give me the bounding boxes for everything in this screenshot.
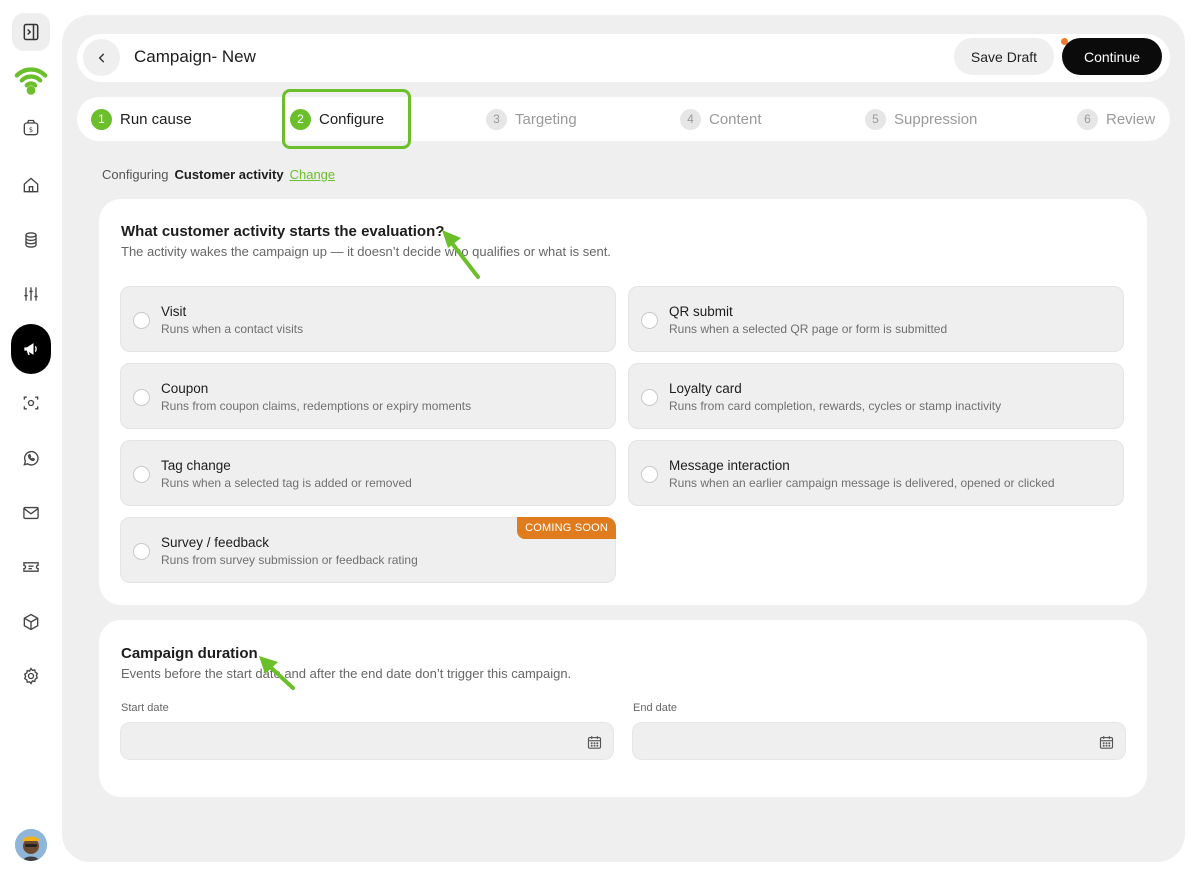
- sidebar-item-tickets[interactable]: [12, 548, 50, 586]
- main-panel: Campaign- New Save Draft Continue 1 Run …: [62, 15, 1185, 862]
- step-suppression[interactable]: 5 Suppression: [865, 97, 977, 141]
- activity-option-survey-feedback[interactable]: Survey / feedback Runs from survey submi…: [120, 517, 616, 583]
- activity-option-tag-change[interactable]: Tag change Runs when a selected tag is a…: [120, 440, 616, 506]
- step-number: 5: [865, 108, 886, 130]
- option-title: Tag change: [161, 458, 231, 473]
- duration-card: Campaign duration Events before the star…: [99, 620, 1147, 797]
- activity-card: What customer activity starts the evalua…: [99, 199, 1147, 605]
- step-number: 1: [91, 108, 112, 130]
- start-date-input[interactable]: [120, 722, 614, 760]
- step-label: Suppression: [894, 110, 978, 128]
- radio-button[interactable]: [133, 543, 150, 560]
- sliders-icon: [24, 287, 38, 301]
- activity-option-coupon[interactable]: Coupon Runs from coupon claims, redempti…: [120, 363, 616, 429]
- sidebar-item-mail[interactable]: [12, 494, 50, 532]
- whatsapp-icon: [23, 450, 39, 466]
- step-run-cause[interactable]: 1 Run cause: [91, 97, 192, 141]
- top-bar: Campaign- New Save Draft Continue: [77, 34, 1170, 82]
- option-title: QR submit: [669, 304, 733, 319]
- megaphone-icon: [24, 343, 37, 355]
- sidebar-item-wallet[interactable]: $: [12, 109, 50, 147]
- step-number: 4: [680, 108, 701, 130]
- database-icon: [25, 232, 37, 248]
- duration-title: Campaign duration: [121, 645, 258, 662]
- user-avatar[interactable]: [15, 829, 47, 861]
- box-icon: [23, 613, 39, 631]
- svg-text:$: $: [29, 126, 33, 134]
- wallet-icon: $: [23, 119, 39, 136]
- scan-icon: [23, 396, 39, 410]
- option-description: Runs from survey submission or feedback …: [161, 553, 418, 567]
- radio-button[interactable]: [641, 389, 658, 406]
- option-description: Runs from card completion, rewards, cycl…: [669, 399, 1002, 413]
- radio-button[interactable]: [133, 312, 150, 329]
- radio-button[interactable]: [133, 389, 150, 406]
- change-link[interactable]: Change: [290, 167, 336, 182]
- option-title: Coupon: [161, 381, 209, 396]
- activity-subtitle: The activity wakes the campaign up — it …: [121, 244, 611, 259]
- step-label: Review: [1106, 110, 1156, 128]
- option-title: Message interaction: [669, 458, 790, 473]
- coming-soon-badge: COMING SOON: [517, 517, 616, 539]
- ticket-icon: [23, 562, 39, 572]
- sidebar-item-campaigns[interactable]: [11, 324, 51, 374]
- sidebar-item-database[interactable]: [12, 221, 50, 259]
- home-icon: [23, 177, 39, 193]
- step-label: Content: [709, 110, 762, 128]
- avatar-icon: [15, 829, 47, 861]
- sidebar-toggle-button[interactable]: [12, 13, 50, 51]
- stepper: 1 Run cause 2 Configure 3 Targeting 4 Co…: [77, 97, 1170, 141]
- step-targeting[interactable]: 3 Targeting: [486, 97, 577, 141]
- step-content[interactable]: 4 Content: [680, 97, 762, 141]
- option-description: Runs when a selected tag is added or rem…: [161, 476, 412, 490]
- calendar-icon[interactable]: [586, 734, 603, 751]
- option-description: Runs from coupon claims, redemptions or …: [161, 399, 472, 413]
- save-draft-button[interactable]: Save Draft: [954, 38, 1054, 75]
- activity-option-message-interaction[interactable]: Message interaction Runs when an earlier…: [628, 440, 1124, 506]
- configuring-value: Customer activity: [174, 167, 284, 182]
- current-step-highlight: [282, 89, 411, 149]
- back-button[interactable]: [83, 39, 120, 76]
- option-description: Runs when a selected QR page or form is …: [669, 322, 948, 336]
- start-date-label: Start date: [121, 702, 169, 714]
- step-number: 3: [486, 108, 507, 130]
- option-title: Visit: [161, 304, 187, 319]
- sidebar: $: [0, 0, 62, 877]
- radio-button[interactable]: [641, 466, 658, 483]
- sidebar-item-scan[interactable]: [12, 384, 50, 422]
- configuring-prefix: Configuring: [102, 167, 169, 182]
- activity-option-qr-submit[interactable]: QR submit Runs when a selected QR page o…: [628, 286, 1124, 352]
- duration-subtitle: Events before the start date and after t…: [121, 666, 572, 681]
- sidebar-item-whatsapp[interactable]: [12, 439, 50, 477]
- step-label: Targeting: [515, 110, 577, 128]
- sidebar-item-products[interactable]: [12, 603, 50, 641]
- wifi-logo-icon: [14, 67, 48, 95]
- radio-button[interactable]: [641, 312, 658, 329]
- activity-option-loyalty-card[interactable]: Loyalty card Runs from card completion, …: [628, 363, 1124, 429]
- mail-icon: [23, 506, 39, 520]
- end-date-label: End date: [633, 702, 678, 714]
- sidebar-item-home[interactable]: [12, 166, 50, 204]
- option-description: Runs when a contact visits: [161, 322, 304, 336]
- activity-title: What customer activity starts the evalua…: [121, 223, 445, 240]
- radio-button[interactable]: [133, 466, 150, 483]
- end-date-input[interactable]: [632, 722, 1126, 760]
- step-number: 6: [1077, 108, 1098, 130]
- sidebar-toggle-icon: [23, 23, 39, 41]
- calendar-icon[interactable]: [1098, 734, 1115, 751]
- option-title: Survey / feedback: [161, 535, 270, 550]
- page-title: Campaign- New: [134, 47, 256, 66]
- step-label: Run cause: [120, 110, 192, 128]
- gear-icon: [23, 667, 39, 685]
- configuring-summary: Configuring Customer activity Change: [102, 167, 335, 182]
- sidebar-item-filters[interactable]: [12, 275, 50, 313]
- brand-logo[interactable]: [12, 60, 50, 98]
- continue-button[interactable]: Continue: [1062, 38, 1162, 75]
- step-review[interactable]: 6 Review: [1077, 97, 1155, 141]
- sidebar-item-settings[interactable]: [12, 657, 50, 695]
- option-title: Loyalty card: [669, 381, 742, 396]
- chevron-left-icon: [98, 52, 104, 63]
- option-description: Runs when an earlier campaign message is…: [669, 476, 1055, 490]
- activity-option-visit[interactable]: Visit Runs when a contact visits: [120, 286, 616, 352]
